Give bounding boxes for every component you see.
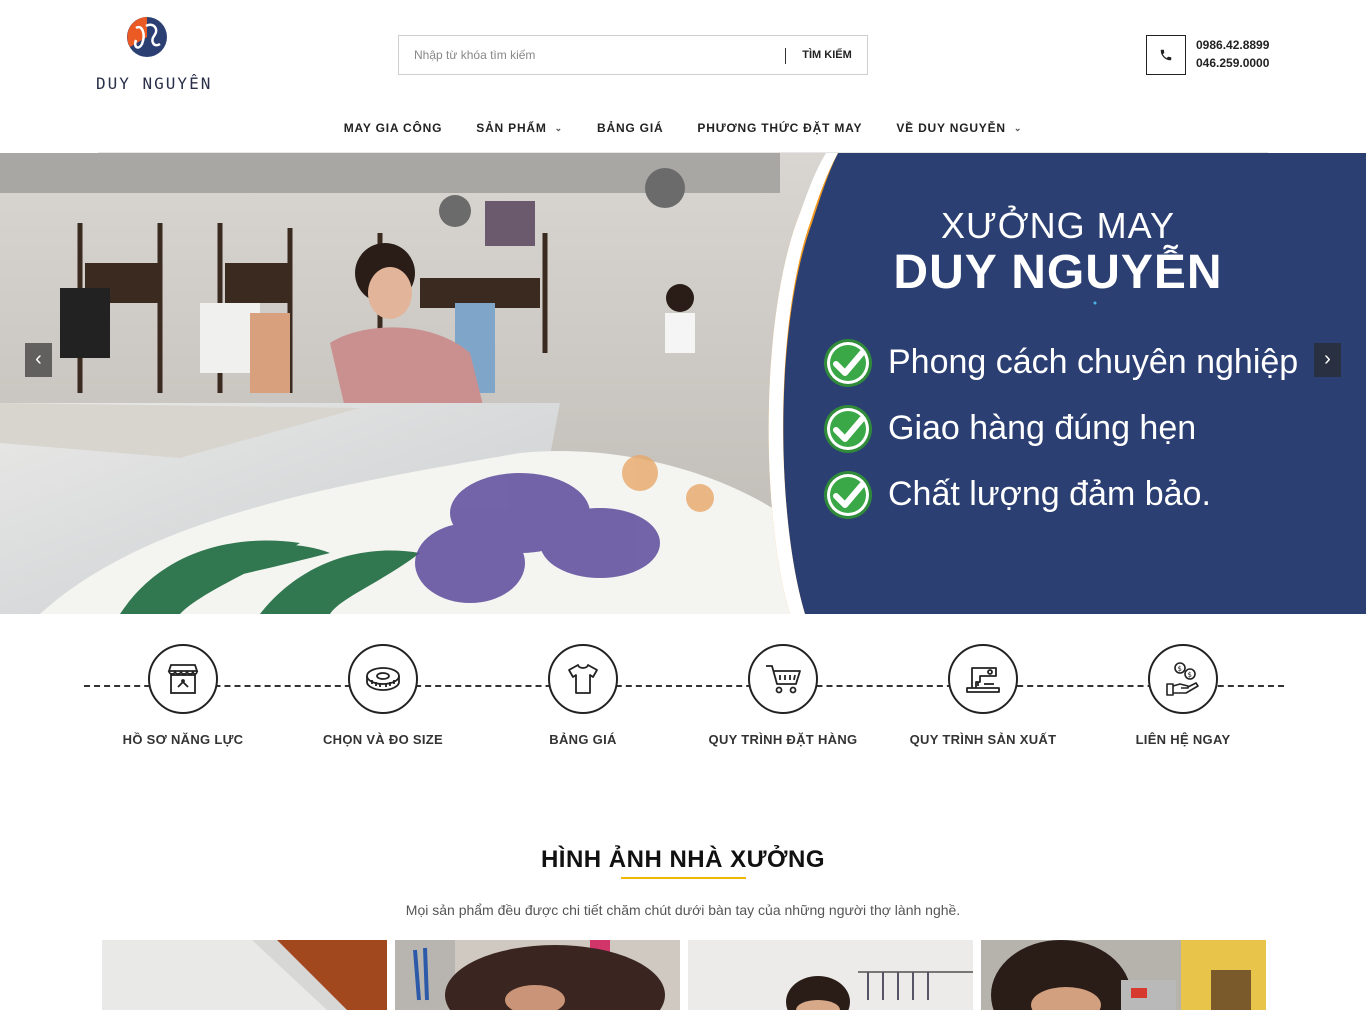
search-bar: TÌM KIẾM bbox=[398, 35, 868, 75]
gallery-image bbox=[981, 940, 1266, 1010]
logo[interactable]: DUY NGUYÊN bbox=[96, 14, 213, 96]
nav-item-san-pham[interactable]: SẢN PHẨM ⌄ bbox=[476, 116, 563, 140]
nav-label: PHƯƠNG THỨC ĐẶT MAY bbox=[697, 121, 863, 135]
nav-label: VỀ DUY NGUYỄN bbox=[896, 121, 1006, 135]
nav-label: SẢN PHẨM bbox=[476, 121, 547, 135]
hero-slider: XƯỞNG MAY DUY NGUYỄN Phong cách chuyên n… bbox=[0, 153, 1366, 614]
logo-mark-icon bbox=[127, 17, 167, 57]
nav-label: MAY GIA CÔNG bbox=[343, 121, 443, 135]
chevron-down-icon: ⌄ bbox=[1013, 123, 1023, 133]
nav-item-bang-gia[interactable]: BẢNG GIÁ bbox=[597, 116, 663, 140]
cart-icon bbox=[748, 644, 818, 714]
service-label: HỒ SƠ NĂNG LỰC bbox=[122, 732, 244, 747]
hero-feature: Phong cách chuyên nghiệp bbox=[822, 337, 1342, 389]
service-quy-trinh-dat-hang[interactable]: QUY TRÌNH ĐẶT HÀNG bbox=[683, 644, 883, 754]
check-circle-icon bbox=[824, 405, 872, 453]
service-label: BẢNG GIÁ bbox=[549, 732, 617, 747]
gallery-photo[interactable] bbox=[395, 940, 680, 1010]
phone-number-1[interactable]: 0986.42.8899 bbox=[1196, 36, 1269, 54]
gallery-image bbox=[395, 940, 680, 1010]
shop-icon bbox=[148, 644, 218, 714]
logo-text: DUY NGUYÊN bbox=[96, 74, 213, 93]
gallery-photo[interactable] bbox=[981, 940, 1266, 1010]
chevron-right-icon: › bbox=[1324, 348, 1331, 370]
chevron-left-icon: ‹ bbox=[35, 348, 42, 370]
service-label: QUY TRÌNH SẢN XUẤT bbox=[909, 732, 1057, 747]
measuring-tape-icon bbox=[348, 644, 418, 714]
service-label: QUY TRÌNH ĐẶT HÀNG bbox=[708, 732, 858, 747]
gallery-image bbox=[688, 940, 973, 1010]
service-ho-so-nang-luc[interactable]: HỒ SƠ NĂNG LỰC bbox=[83, 644, 283, 754]
search-button[interactable]: TÌM KIẾM bbox=[786, 36, 868, 74]
gallery-photo[interactable] bbox=[102, 940, 387, 1010]
service-label: CHỌN VÀ ĐO SIZE bbox=[322, 732, 444, 747]
hero-feature: Chất lượng đảm bảo. bbox=[822, 469, 1342, 521]
workshop-gallery bbox=[102, 940, 1268, 1010]
money-hand-icon: $ $ bbox=[1148, 644, 1218, 714]
check-circle-icon bbox=[824, 339, 872, 387]
main-nav: MAY GIA CÔNG SẢN PHẨM ⌄ BẢNG GIÁ PHƯƠNG T… bbox=[0, 116, 1366, 140]
hero-feature-label: Chất lượng đảm bảo. bbox=[888, 475, 1211, 513]
hero-title-line2: DUY NGUYỄN bbox=[893, 246, 1223, 299]
sewing-machine-icon bbox=[948, 644, 1018, 714]
phone-icon[interactable] bbox=[1146, 35, 1186, 75]
section-title-underline bbox=[621, 877, 746, 879]
svg-text:$: $ bbox=[1178, 665, 1182, 673]
nav-item-phuong-thuc-dat-may[interactable]: PHƯƠNG THỨC ĐẶT MAY bbox=[697, 116, 862, 140]
tshirt-icon bbox=[548, 644, 618, 714]
svg-text:$: $ bbox=[1188, 671, 1192, 679]
phone-number-2[interactable]: 046.259.0000 bbox=[1196, 54, 1269, 72]
section-title: HÌNH ẢNH NHÀ XƯỞNG bbox=[540, 846, 826, 873]
nav-item-ve-duy-nguyen[interactable]: VỀ DUY NGUYỄN ⌄ bbox=[896, 116, 1022, 140]
service-bang-gia[interactable]: BẢNG GIÁ bbox=[483, 644, 683, 754]
check-circle-icon bbox=[824, 471, 872, 519]
search-input[interactable] bbox=[399, 36, 783, 74]
gallery-image bbox=[102, 940, 387, 1010]
hero-title-line1: XƯỞNG MAY bbox=[941, 205, 1175, 246]
slider-next-button[interactable]: › bbox=[1314, 343, 1341, 377]
hero-feature-label: Giao hàng đúng hẹn bbox=[888, 409, 1197, 447]
site-header: DUY NGUYÊN TÌM KIẾM 0986.42.8899 046.259… bbox=[0, 0, 1366, 153]
slider-prev-button[interactable]: ‹ bbox=[25, 343, 52, 377]
service-label: LIÊN HỆ NGAY bbox=[1135, 732, 1231, 747]
nav-item-may-gia-cong[interactable]: MAY GIA CÔNG bbox=[344, 116, 443, 140]
gallery-photo[interactable] bbox=[688, 940, 973, 1010]
chevron-down-icon: ⌄ bbox=[554, 123, 564, 133]
section-subtitle: Mọi sản phẩm đều được chi tiết chăm chút… bbox=[405, 902, 961, 918]
service-chon-va-do-size[interactable]: CHỌN VÀ ĐO SIZE bbox=[283, 644, 483, 754]
service-lien-he-ngay[interactable]: $ $ LIÊN HỆ NGAY bbox=[1083, 644, 1283, 754]
nav-label: BẢNG GIÁ bbox=[597, 121, 664, 135]
phone-numbers: 0986.42.8899 046.259.0000 bbox=[1196, 36, 1269, 72]
phone-glyph bbox=[1160, 49, 1172, 61]
services-strip: HỒ SƠ NĂNG LỰC CHỌN VÀ ĐO SIZE BẢNG GIÁ … bbox=[0, 614, 1366, 764]
hero-feature: Giao hàng đúng hẹn bbox=[822, 403, 1342, 455]
service-quy-trinh-san-xuat[interactable]: QUY TRÌNH SẢN XUẤT bbox=[883, 644, 1083, 754]
hero-feature-label: Phong cách chuyên nghiệp bbox=[888, 343, 1299, 381]
